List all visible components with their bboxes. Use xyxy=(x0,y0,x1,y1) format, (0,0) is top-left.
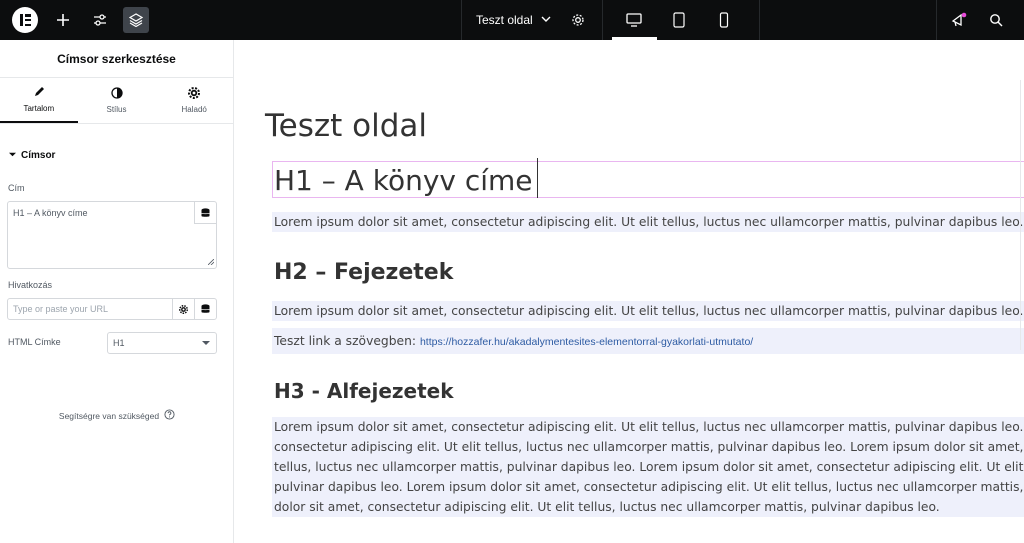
search-icon[interactable] xyxy=(983,7,1009,33)
scroll-edge xyxy=(1020,80,1024,350)
separator xyxy=(936,0,937,40)
caret-down-icon xyxy=(9,150,16,161)
inline-link[interactable]: https://hozzafer.hu/akadalymentesites-el… xyxy=(420,336,753,348)
tab-style-label: Stílus xyxy=(106,105,127,114)
tab-style[interactable]: Stílus xyxy=(78,78,156,123)
heading-h3[interactable]: H3 - Alfejezetek xyxy=(274,379,454,403)
link-paragraph: Teszt link a szövegben: https://hozzafer… xyxy=(272,328,1024,354)
html-tag-value: H1 xyxy=(113,338,125,348)
paragraph-1[interactable]: Lorem ipsum dolor sit amet, consectetur … xyxy=(272,212,1024,232)
paragraph-line: consectetur adipiscing elit. Ut elit tel… xyxy=(274,440,1024,454)
plus-icon[interactable] xyxy=(50,7,76,33)
page-title-dropdown[interactable]: Teszt oldal xyxy=(476,0,551,40)
mobile-icon[interactable] xyxy=(711,7,737,33)
title-textarea-value: H1 – A könyv címe xyxy=(13,208,88,218)
tablet-icon[interactable] xyxy=(666,7,692,33)
paragraph-2[interactable]: Lorem ipsum dolor sit amet, consectetur … xyxy=(272,301,1024,321)
page-heading: Teszt oldal xyxy=(265,108,428,144)
editor-panel: Címsor szerkesztése Tartalom Stílus Hala… xyxy=(0,40,234,543)
top-bar: Teszt oldal xyxy=(0,0,1024,40)
text-cursor xyxy=(537,158,538,198)
section-toggle-heading[interactable]: Címsor xyxy=(9,150,55,161)
panel-tabs: Tartalom Stílus Haladó xyxy=(0,78,233,124)
select-caret-icon xyxy=(202,341,210,345)
html-tag-select[interactable]: H1 xyxy=(107,332,217,354)
paragraph-line: tellus, luctus nec ullamcorper mattis, p… xyxy=(274,460,1024,474)
url-input[interactable]: Type or paste your URL xyxy=(7,298,217,320)
dynamic-tags-icon[interactable] xyxy=(194,202,216,224)
html-tag-label: HTML Címke xyxy=(8,337,61,347)
megaphone-icon[interactable] xyxy=(946,7,972,33)
page-settings-gear-icon[interactable] xyxy=(565,7,591,33)
page-title-label: Teszt oldal xyxy=(476,13,533,27)
heading-h1[interactable]: H1 – A könyv címe xyxy=(274,164,533,197)
gear-icon xyxy=(188,87,201,101)
sliders-icon[interactable] xyxy=(87,7,113,33)
paragraph-line: dolor sit amet, consectetur adipiscing e… xyxy=(274,500,940,514)
paragraph-3[interactable]: Lorem ipsum dolor sit amet, consectetur … xyxy=(272,417,1024,517)
link-dynamic-tags-icon[interactable] xyxy=(194,299,216,319)
separator xyxy=(461,0,462,40)
resize-handle-icon[interactable] xyxy=(207,257,215,267)
section-title-label: Címsor xyxy=(21,150,56,161)
desktop-icon[interactable] xyxy=(621,7,647,33)
layers-icon[interactable] xyxy=(123,7,149,33)
tab-advanced[interactable]: Haladó xyxy=(155,78,233,123)
paragraph-line: pulvinar dapibus leo. Lorem ipsum dolor … xyxy=(274,480,1024,494)
url-input-placeholder: Type or paste your URL xyxy=(13,304,109,314)
link-intro-text: Teszt link a szövegben: xyxy=(274,334,417,348)
tab-content[interactable]: Tartalom xyxy=(0,78,78,123)
paragraph-line: Lorem ipsum dolor sit amet, consectetur … xyxy=(274,420,1024,434)
elementor-logo[interactable] xyxy=(12,7,38,33)
separator xyxy=(602,0,603,40)
pencil-icon xyxy=(33,86,45,100)
question-icon xyxy=(164,409,175,422)
panel-title: Címsor szerkesztése xyxy=(0,40,233,78)
separator xyxy=(759,0,760,40)
chevron-down-icon xyxy=(541,13,551,27)
link-field-label: Hivatkozás xyxy=(8,280,53,290)
link-options-gear-icon[interactable] xyxy=(172,299,194,319)
tab-advanced-label: Haladó xyxy=(181,105,207,114)
tab-content-label: Tartalom xyxy=(23,104,55,113)
help-link[interactable]: Segítségre van szükséged xyxy=(0,409,234,422)
heading-h2[interactable]: H2 – Fejezetek xyxy=(274,260,453,285)
half-circle-icon xyxy=(110,87,123,101)
preview-canvas: Teszt oldal H1 – A könyv címe Lorem ipsu… xyxy=(235,40,1024,543)
title-textarea[interactable]: H1 – A könyv címe xyxy=(7,201,217,269)
title-field-label: Cím xyxy=(8,183,25,193)
help-label: Segítségre van szükséged xyxy=(58,410,160,421)
